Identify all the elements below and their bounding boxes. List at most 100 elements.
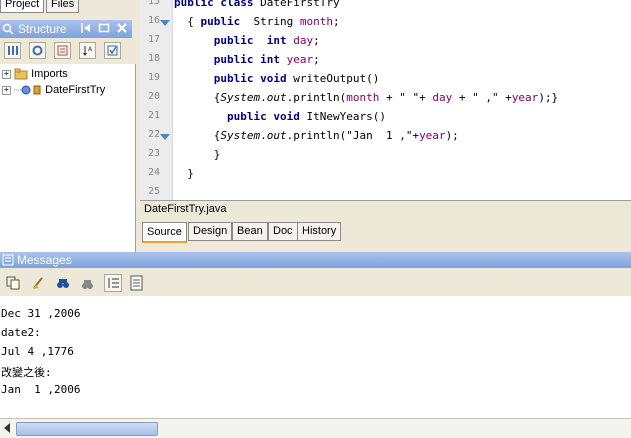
clear-icon[interactable] bbox=[32, 276, 46, 293]
structure-panel-icon bbox=[2, 23, 14, 35]
expand-icon[interactable]: + bbox=[2, 85, 11, 95]
code-token: month bbox=[346, 91, 380, 104]
structure-toolbar: A bbox=[0, 38, 134, 64]
code-token: int bbox=[260, 53, 280, 66]
code-token: } bbox=[174, 167, 194, 180]
fold-toggle-icon[interactable] bbox=[160, 134, 170, 140]
folder-icon bbox=[14, 68, 28, 80]
toolbar-list-icon[interactable] bbox=[54, 42, 71, 59]
code-line: public void ItNewYears() bbox=[174, 107, 386, 126]
tab-history[interactable]: History bbox=[297, 222, 342, 241]
tab-source[interactable]: Source bbox=[142, 222, 187, 243]
structure-panel-title: Structure bbox=[18, 22, 67, 36]
copy-icon[interactable] bbox=[6, 276, 20, 293]
line-number: 17 bbox=[147, 34, 160, 45]
find-next-icon[interactable] bbox=[80, 276, 94, 293]
dock-left-icon[interactable] bbox=[80, 22, 92, 37]
code-token: day bbox=[293, 34, 314, 47]
scroll-left-icon[interactable] bbox=[2, 422, 12, 437]
code-token: String bbox=[240, 15, 300, 28]
code-line: { public String month; bbox=[174, 12, 340, 31]
editor-filename: DateFirstTry.java bbox=[144, 203, 227, 215]
code-token: year bbox=[286, 53, 314, 66]
svg-text:A: A bbox=[88, 46, 93, 53]
code-line: {System.out.println("Jan 1 ,"+year); bbox=[174, 126, 459, 145]
code-token: year bbox=[419, 129, 446, 142]
code-token: year bbox=[511, 91, 539, 104]
message-line: Jan 1 ,2006 bbox=[1, 383, 81, 396]
code-token: out bbox=[266, 91, 287, 104]
find-icon[interactable] bbox=[56, 276, 70, 293]
messages-panel-icon bbox=[2, 254, 14, 269]
code-token: public bbox=[213, 34, 254, 47]
expand-icon[interactable]: + bbox=[2, 69, 11, 79]
code-token: writeOutput() bbox=[286, 72, 380, 85]
code-token: public bbox=[226, 110, 267, 123]
toolbar-filter-icon[interactable] bbox=[104, 42, 121, 59]
tab-bean[interactable]: Bean bbox=[232, 222, 268, 241]
tab-files[interactable]: Files bbox=[46, 0, 80, 13]
tree-item-imports[interactable]: + Imports bbox=[2, 66, 68, 82]
close-icon[interactable] bbox=[116, 22, 128, 37]
message-line: Jul 4 ,1776 bbox=[1, 345, 74, 358]
code-token: ; bbox=[313, 53, 320, 66]
code-token: .println( bbox=[286, 91, 347, 104]
message-line: date2: bbox=[1, 326, 41, 339]
line-number: 25 bbox=[147, 186, 160, 197]
editor-status-bar: DateFirstTry.java bbox=[140, 200, 631, 219]
code-token: out bbox=[266, 129, 287, 142]
line-number: 15 bbox=[147, 0, 160, 7]
fold-toggle-icon[interactable] bbox=[160, 20, 170, 26]
tree-item-label: DateFirstTry bbox=[45, 84, 106, 96]
code-token: ); bbox=[445, 129, 459, 142]
horizontal-scrollbar[interactable] bbox=[0, 418, 631, 438]
structure-panel-header: Structure bbox=[0, 20, 132, 38]
line-number: 16 bbox=[147, 15, 160, 26]
wrap-icon[interactable] bbox=[104, 274, 122, 292]
tab-doc[interactable]: Doc bbox=[268, 222, 298, 241]
code-line: public int year; bbox=[174, 50, 320, 69]
scroll-thumb[interactable] bbox=[16, 422, 158, 436]
code-token: + " ," + bbox=[452, 91, 512, 104]
toolbar-layout-icon[interactable] bbox=[4, 42, 21, 59]
code-token: { bbox=[174, 91, 221, 104]
code-token: System bbox=[220, 91, 261, 104]
code-token: void bbox=[273, 110, 300, 123]
code-token: );} bbox=[538, 91, 559, 104]
toolbar-sort-icon[interactable]: A bbox=[79, 42, 96, 59]
message-line: Dec 31 ,2006 bbox=[1, 307, 81, 320]
code-token: ; bbox=[332, 15, 340, 28]
messages-panel-header: Messages bbox=[0, 252, 631, 268]
tree-item-datefirsttry[interactable]: + DateFirstTry bbox=[2, 82, 105, 98]
code-token: day bbox=[432, 91, 453, 104]
code-token: ; bbox=[313, 34, 320, 47]
code-token: } bbox=[174, 148, 221, 161]
tab-project[interactable]: Project bbox=[0, 0, 45, 13]
toolbar-gear-icon[interactable] bbox=[29, 42, 46, 59]
line-number: 24 bbox=[147, 167, 160, 178]
class-icon bbox=[14, 84, 42, 96]
document-icon[interactable] bbox=[130, 275, 144, 294]
code-line: } bbox=[174, 145, 221, 164]
maximize-icon[interactable] bbox=[98, 22, 110, 37]
code-token: month bbox=[299, 15, 333, 28]
line-number: 21 bbox=[147, 110, 160, 121]
code-line: public void writeOutput() bbox=[174, 69, 380, 88]
code-token: public bbox=[174, 0, 214, 9]
code-token: + " "+ bbox=[379, 91, 433, 104]
code-line: public int day; bbox=[174, 31, 320, 50]
structure-tree: + Imports + DateFirstTry bbox=[0, 64, 136, 252]
tab-design[interactable]: Design bbox=[188, 222, 233, 241]
line-number: 19 bbox=[147, 72, 160, 83]
messages-output[interactable]: Dec 31 ,2006 date2: Jul 4 ,1776 改變之後: Ja… bbox=[0, 296, 631, 418]
code-line: } bbox=[174, 164, 194, 183]
code-token: public bbox=[213, 72, 254, 85]
editor-tab-bar: Source Design Bean Doc History bbox=[140, 218, 631, 244]
code-token: class bbox=[220, 0, 254, 9]
code-token: int bbox=[266, 34, 287, 47]
message-line: 改變之後: bbox=[1, 366, 52, 379]
